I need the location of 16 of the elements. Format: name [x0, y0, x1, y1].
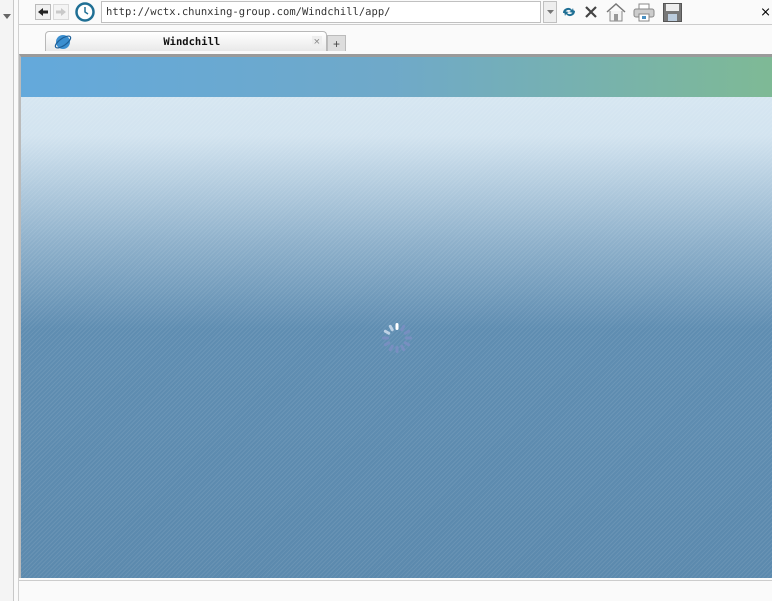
- globe-icon: [54, 32, 72, 50]
- caret-icon: [546, 10, 554, 14]
- history-clock-icon[interactable]: [75, 2, 95, 22]
- close-glyph[interactable]: ×: [760, 4, 772, 20]
- browser-tab[interactable]: Windchill ×: [45, 31, 327, 51]
- close-icon: [585, 6, 597, 18]
- new-tab-button[interactable]: +: [327, 35, 346, 51]
- left-arrow-icon: [38, 7, 48, 17]
- address-field[interactable]: http://wctx.chunxing-group.com/Windchill/app/: [101, 1, 541, 23]
- address-dropdown-button[interactable]: [543, 1, 557, 23]
- dropdown-caret-icon[interactable]: [2, 14, 10, 19]
- right-arrow-icon: [56, 7, 66, 17]
- print-button[interactable]: [631, 1, 657, 23]
- back-button[interactable]: [35, 4, 51, 20]
- refresh-icon: [561, 5, 577, 19]
- tab-title: Windchill: [162, 36, 222, 48]
